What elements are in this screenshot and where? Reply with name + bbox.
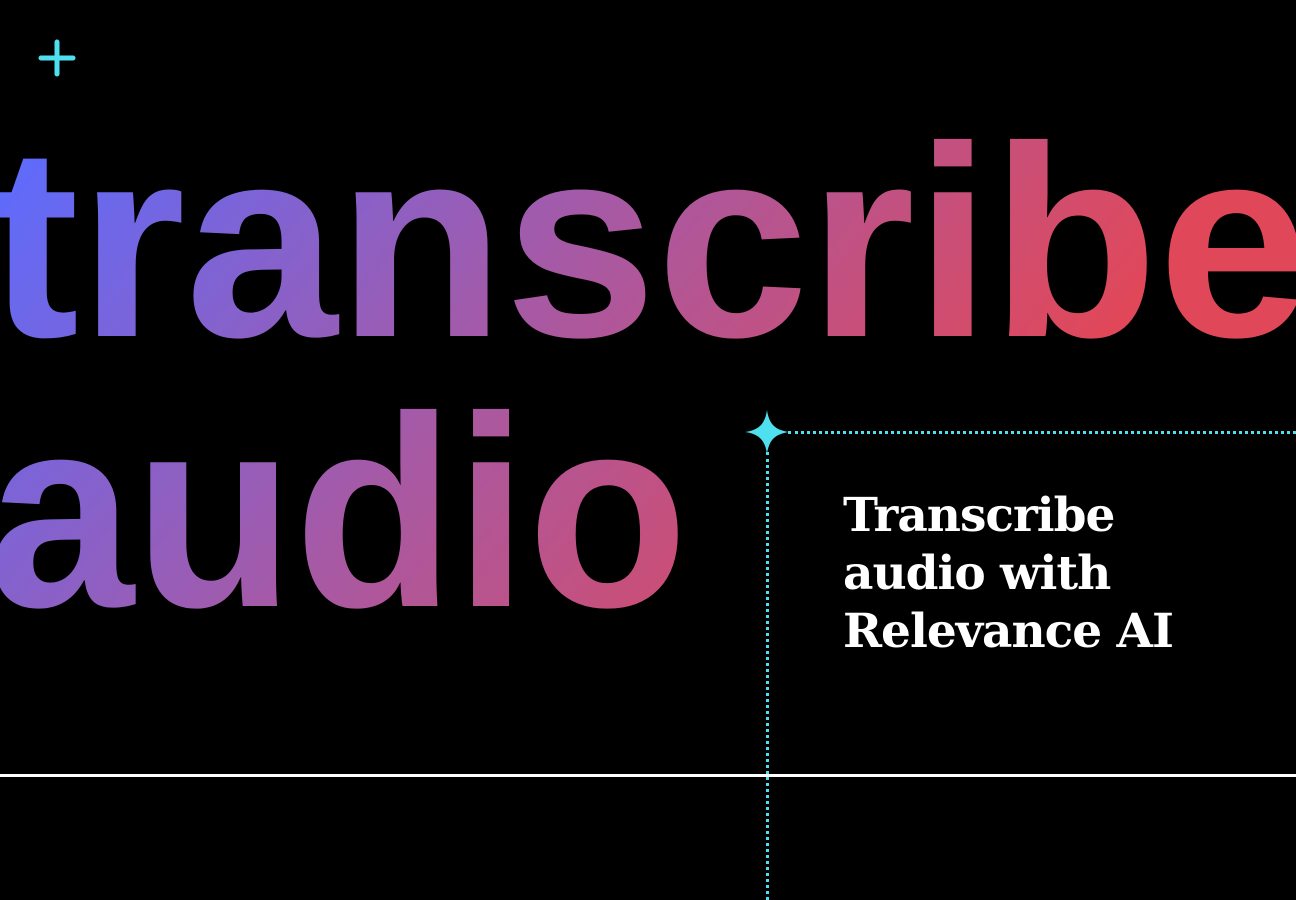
caption-line-1: Transcribe xyxy=(843,488,1115,543)
caption-line-3: Relevance AI xyxy=(843,604,1174,659)
caption: Transcribe audio with Relevance AI xyxy=(843,487,1283,661)
sparkle-icon xyxy=(745,410,789,454)
headline: transcribe audio xyxy=(0,90,1296,664)
dotted-guide-horizontal xyxy=(788,431,1296,434)
horizontal-divider xyxy=(0,774,1296,777)
caption-line-2: audio with xyxy=(843,546,1111,601)
headline-line-2: audio xyxy=(0,360,688,664)
headline-line-1: transcribe xyxy=(0,90,1296,394)
dotted-guide-vertical xyxy=(766,452,769,900)
